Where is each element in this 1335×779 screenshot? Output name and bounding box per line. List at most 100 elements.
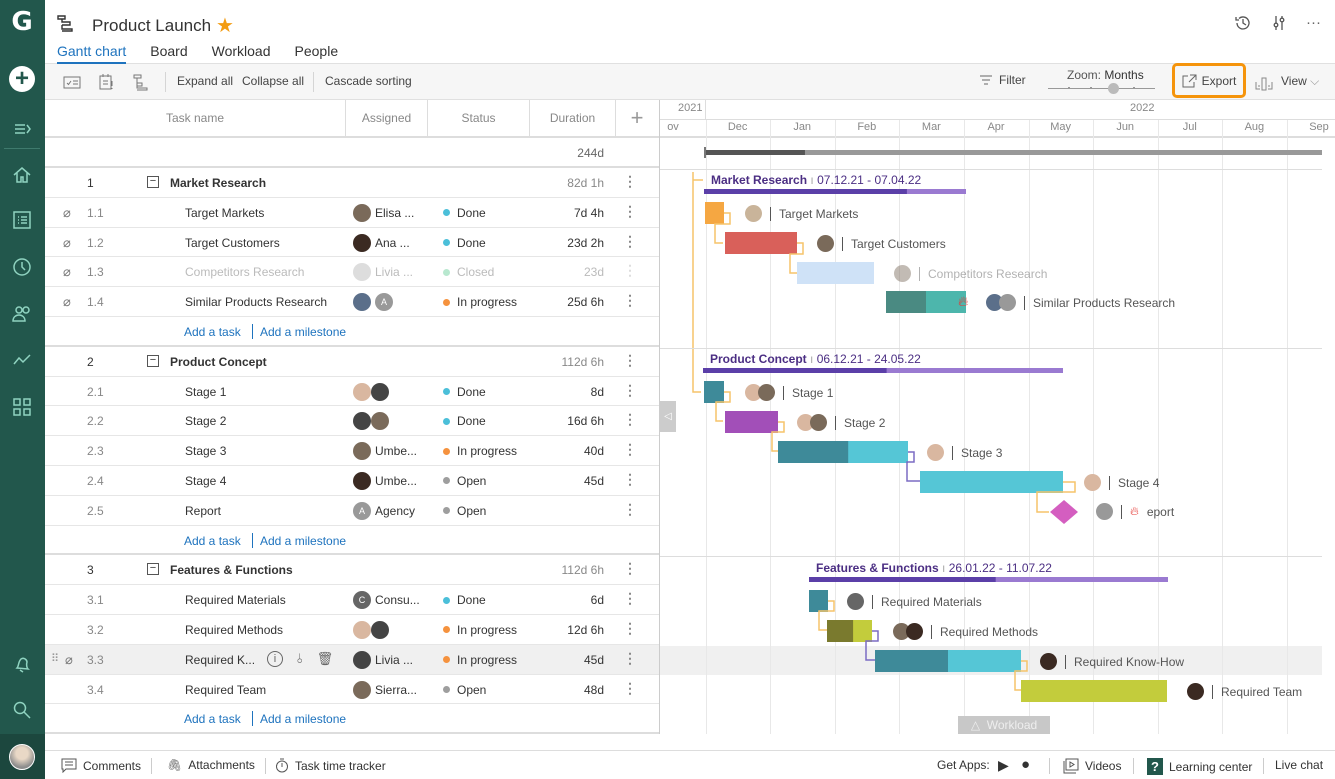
export-button[interactable]: Export xyxy=(1172,63,1246,98)
add-task-link[interactable]: Add a task xyxy=(184,325,241,339)
task-name[interactable]: Report xyxy=(185,504,221,518)
collapse-group-icon[interactable]: − xyxy=(147,354,159,367)
attachment-icon[interactable]: ⌀ xyxy=(65,652,73,668)
status-cell[interactable]: Done xyxy=(443,414,486,428)
task-row[interactable]: 3.4 Required Team Sierra... Open 48d ⋮ xyxy=(45,675,659,705)
assignee-cell[interactable]: Elisa ... xyxy=(353,203,414,222)
group-bar-progress[interactable] xyxy=(703,368,887,373)
task-bar-progress[interactable] xyxy=(886,291,926,313)
live-chat-button[interactable]: Live chat xyxy=(1275,758,1323,772)
task-bar-progress[interactable] xyxy=(778,441,849,463)
tab-people[interactable]: People xyxy=(295,43,339,64)
task-row[interactable]: 2.4 Stage 4 Umbe... Open 45d ⋮ xyxy=(45,466,659,496)
row-menu-icon[interactable]: ⋮ xyxy=(623,233,637,250)
tab-workload[interactable]: Workload xyxy=(212,43,271,64)
row-menu-icon[interactable]: ⋮ xyxy=(623,590,637,607)
status-cell[interactable]: Done xyxy=(443,593,486,607)
status-cell[interactable]: In progress xyxy=(443,623,517,637)
task-bar-label[interactable]: Stage 1 xyxy=(745,384,833,401)
assignee-cell[interactable]: A Agency xyxy=(353,501,415,520)
task-bar-label[interactable]: Required Methods xyxy=(893,623,1038,640)
row-menu-icon[interactable]: ⋮ xyxy=(623,411,637,428)
assignee-cell[interactable]: Ana ... xyxy=(353,233,410,252)
task-row[interactable]: 2.3 Stage 3 Umbe... In progress 40d ⋮ xyxy=(45,436,659,466)
task-name[interactable]: Required K... xyxy=(185,653,255,667)
task-bar-label[interactable]: Required Materials xyxy=(847,593,982,610)
task-row[interactable]: ⠿ ⌀ 3.3 Required K... i ⫰ 🗑︎ Livia ... In … xyxy=(45,644,659,675)
favorite-star-icon[interactable]: ★ xyxy=(216,13,234,38)
add-column-button[interactable]: + xyxy=(616,100,658,136)
group-name[interactable]: Product Concept xyxy=(170,355,267,369)
collapse-group-icon[interactable]: − xyxy=(147,563,159,576)
task-row[interactable]: ⌀ 1.2 Target Customers Ana ... Done 23d … xyxy=(45,228,659,258)
assignee-cell[interactable] xyxy=(353,412,389,431)
task-name[interactable]: Required Materials xyxy=(185,593,286,607)
clock-icon[interactable] xyxy=(10,255,34,279)
add-milestone-link[interactable]: Add a milestone xyxy=(260,712,346,726)
expand-all-button[interactable]: Expand all xyxy=(177,74,233,88)
tab-gantt-chart[interactable]: Gantt chart xyxy=(57,43,127,64)
task-bar[interactable] xyxy=(725,411,778,433)
group-row[interactable]: 2 − Product Concept 112d 6h ⋮ xyxy=(45,347,659,377)
assignee-cell[interactable] xyxy=(353,382,389,401)
assignee-cell[interactable] xyxy=(353,620,389,639)
grid-icon[interactable] xyxy=(10,395,34,419)
hierarchy-icon[interactable] xyxy=(133,73,151,91)
attachments-button[interactable]: 🖇︎ Attachments xyxy=(167,758,255,772)
task-bar[interactable] xyxy=(704,381,724,403)
videos-button[interactable]: Videos xyxy=(1063,758,1121,774)
fit-to-screen-icon[interactable] xyxy=(1255,75,1273,93)
task-row[interactable]: 2.2 Stage 2 Done 16d 6h ⋮ xyxy=(45,406,659,437)
status-cell[interactable]: Done xyxy=(443,206,486,220)
row-menu-icon[interactable]: ⋮ xyxy=(623,680,637,697)
trash-icon[interactable]: 🗑︎ xyxy=(317,651,334,667)
add-task-link[interactable]: Add a task xyxy=(184,534,241,548)
filter-button[interactable]: Filter xyxy=(979,73,1026,87)
project-start-marker[interactable] xyxy=(704,147,706,158)
task-bar-label[interactable]: Required Know-How xyxy=(1040,653,1184,670)
task-bar-progress[interactable] xyxy=(827,620,854,642)
row-menu-icon[interactable]: ⋮ xyxy=(623,203,637,220)
assignee-cell[interactable]: Livia ... xyxy=(353,650,413,669)
task-row[interactable]: 2.5 Report A Agency Open ⋮ xyxy=(45,496,659,526)
assignee-cell[interactable]: Umbe... xyxy=(353,471,417,490)
group-bar-label[interactable]: Market Research ı 07.12.21 - 07.04.22 xyxy=(711,173,921,187)
tab-board[interactable]: Board xyxy=(150,43,187,64)
app-logo[interactable]: G xyxy=(9,9,35,35)
row-menu-icon[interactable]: ⋮ xyxy=(623,292,637,309)
task-name[interactable]: Stage 4 xyxy=(185,474,226,488)
task-bar-label[interactable]: Required Team xyxy=(1187,683,1302,700)
task-row[interactable]: ⌀ 1.1 Target Markets Elisa ... Done 7d 4… xyxy=(45,198,659,228)
create-new-button[interactable]: + xyxy=(9,66,35,92)
baseline-toggle-icon[interactable] xyxy=(63,73,81,91)
status-cell[interactable]: In progress xyxy=(443,653,517,667)
task-bar[interactable] xyxy=(920,471,1063,493)
home-icon[interactable] xyxy=(10,163,34,187)
group-name[interactable]: Market Research xyxy=(170,176,266,190)
row-menu-icon[interactable]: ⋮ xyxy=(623,471,637,488)
task-bar-label[interactable]: Stage 2 xyxy=(797,414,885,431)
google-play-icon[interactable]: ▶ xyxy=(998,757,1009,774)
settings-sliders-icon[interactable]: ⫰ xyxy=(297,651,303,667)
row-menu-icon[interactable]: ⋮ xyxy=(623,620,637,637)
time-tracker-button[interactable]: Task time tracker xyxy=(275,758,386,773)
row-menu-icon[interactable]: ⋮ xyxy=(623,382,637,399)
add-task-link[interactable]: Add a task xyxy=(184,712,241,726)
task-row[interactable]: 3.2 Required Methods In progress 12d 6h … xyxy=(45,615,659,645)
row-menu-icon[interactable]: ⋮ xyxy=(623,441,637,458)
task-row[interactable]: ⌀ 1.4 Similar Products Research A In pro… xyxy=(45,287,659,317)
row-menu-icon[interactable]: ⋮ xyxy=(623,560,637,577)
task-row[interactable]: ⌀ 1.3 Competitors Research Livia ... Clo… xyxy=(45,257,659,288)
group-bar-label[interactable]: Features & Functions ı 26.01.22 - 11.07.… xyxy=(816,561,1052,575)
status-cell[interactable]: Open xyxy=(443,504,486,518)
chart-line-icon[interactable] xyxy=(10,347,34,371)
task-name[interactable]: Required Methods xyxy=(185,623,283,637)
task-bar-label[interactable]: Target Customers xyxy=(817,235,946,252)
task-bar[interactable] xyxy=(1021,680,1167,702)
task-name[interactable]: Stage 3 xyxy=(185,444,226,458)
column-task-name[interactable]: Task name xyxy=(45,100,345,136)
task-name[interactable]: Stage 2 xyxy=(185,414,226,428)
attachment-icon[interactable]: ⌀ xyxy=(63,294,71,310)
view-dropdown[interactable]: View ⌵ xyxy=(1281,74,1319,89)
bell-icon[interactable] xyxy=(10,652,34,676)
